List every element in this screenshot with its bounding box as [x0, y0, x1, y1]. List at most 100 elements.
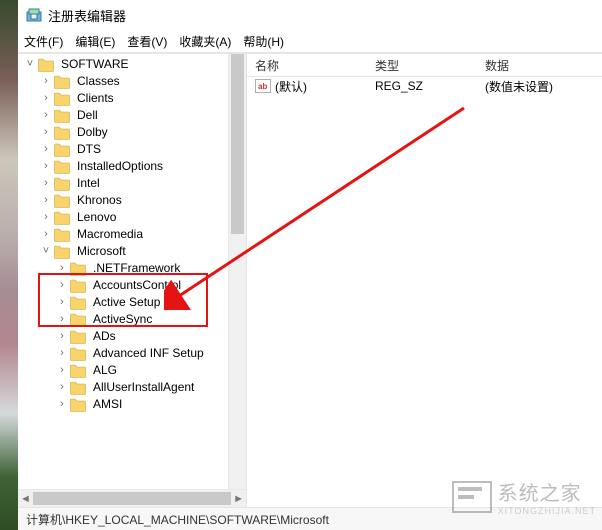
tree-expander-icon[interactable]: ›: [56, 362, 68, 379]
tree-node[interactable]: › ActiveSync: [22, 311, 227, 328]
status-path: 计算机\HKEY_LOCAL_MACHINE\SOFTWARE\Microsof…: [26, 511, 329, 528]
tree-node-label: ADs: [91, 328, 118, 345]
menu-view[interactable]: 查看(V): [127, 33, 167, 50]
tree-node[interactable]: › Dell: [22, 107, 227, 124]
tree-node-label: Dell: [75, 107, 100, 124]
tree-node[interactable]: › Advanced INF Setup: [22, 345, 227, 362]
vertical-scrollbar[interactable]: [228, 54, 246, 490]
client-area: ˅ SOFTWARE› Classes› Clients› Dell› Dolb…: [18, 53, 602, 507]
column-type-header[interactable]: 类型: [375, 57, 485, 74]
tree-node[interactable]: › DTS: [22, 141, 227, 158]
tree-expander-icon[interactable]: ›: [40, 107, 52, 124]
tree-node-label: Khronos: [75, 192, 124, 209]
folder-icon: [54, 75, 70, 89]
tree-node[interactable]: › Intel: [22, 175, 227, 192]
tree-node[interactable]: › Macromedia: [22, 226, 227, 243]
tree-expander-icon[interactable]: ˅: [24, 56, 36, 73]
tree-node-label: .NETFramework: [91, 260, 182, 277]
tree-expander-icon[interactable]: ›: [56, 396, 68, 413]
list-pane: 名称 类型 数据 ab (默认) REG_SZ (数值未设置): [247, 54, 602, 507]
tree-node[interactable]: › InstalledOptions: [22, 158, 227, 175]
tree-node[interactable]: ˅ Microsoft: [22, 243, 227, 260]
scroll-left-arrow-icon[interactable]: ◄: [20, 493, 31, 505]
tree-node-label: ActiveSync: [91, 311, 154, 328]
folder-icon: [54, 92, 70, 106]
tree-viewport[interactable]: ˅ SOFTWARE› Classes› Clients› Dell› Dolb…: [18, 54, 229, 490]
tree-node-label: Advanced INF Setup: [91, 345, 206, 362]
tree-expander-icon[interactable]: ›: [40, 175, 52, 192]
folder-icon: [70, 279, 86, 293]
menu-edit[interactable]: 编辑(E): [75, 33, 115, 50]
folder-icon: [54, 177, 70, 191]
tree-expander-icon[interactable]: ›: [40, 124, 52, 141]
menu-help[interactable]: 帮助(H): [243, 33, 284, 50]
scroll-right-arrow-icon[interactable]: ►: [233, 493, 244, 505]
tree-expander-icon[interactable]: ›: [56, 345, 68, 362]
folder-icon: [70, 381, 86, 395]
tree-expander-icon[interactable]: ›: [56, 379, 68, 396]
tree-node-label: InstalledOptions: [75, 158, 165, 175]
tree-node-label: Macromedia: [75, 226, 145, 243]
table-row[interactable]: ab (默认) REG_SZ (数值未设置): [255, 77, 602, 95]
tree-node-label: AMSI: [91, 396, 124, 413]
tree-node[interactable]: › Active Setup: [22, 294, 227, 311]
app-icon: [26, 7, 42, 23]
column-name-header[interactable]: 名称: [255, 57, 375, 74]
tree-node[interactable]: › Khronos: [22, 192, 227, 209]
vertical-scroll-thumb[interactable]: [231, 54, 244, 234]
tree-expander-icon[interactable]: ›: [40, 226, 52, 243]
folder-icon: [54, 160, 70, 174]
tree-expander-icon[interactable]: ›: [40, 158, 52, 175]
tree-expander-icon[interactable]: ›: [56, 311, 68, 328]
tree-expander-icon[interactable]: ›: [40, 73, 52, 90]
value-list[interactable]: ab (默认) REG_SZ (数值未设置): [247, 77, 602, 507]
tree-node-label: Intel: [75, 175, 102, 192]
tree-node-label: AllUserInstallAgent: [91, 379, 196, 396]
tree-node-label: Lenovo: [75, 209, 118, 226]
svg-text:ab: ab: [258, 82, 267, 91]
menu-file[interactable]: 文件(F): [24, 33, 63, 50]
folder-icon: [54, 126, 70, 140]
folder-icon: [70, 364, 86, 378]
tree-expander-icon[interactable]: ›: [56, 277, 68, 294]
tree-node[interactable]: › Classes: [22, 73, 227, 90]
tree-node[interactable]: › Dolby: [22, 124, 227, 141]
tree-node-label: AccountsControl: [91, 277, 183, 294]
column-data-header[interactable]: 数据: [485, 57, 602, 74]
horizontal-scroll-thumb[interactable]: [33, 492, 231, 505]
folder-icon: [70, 262, 86, 276]
tree-node[interactable]: ˅ SOFTWARE: [22, 56, 227, 73]
tree-expander-icon[interactable]: ˅: [40, 243, 52, 260]
tree-node-label: Microsoft: [75, 243, 128, 260]
tree-expander-icon[interactable]: ›: [40, 90, 52, 107]
tree-expander-icon[interactable]: ›: [40, 141, 52, 158]
tree-expander-icon[interactable]: ›: [40, 192, 52, 209]
folder-icon: [70, 296, 86, 310]
tree-node[interactable]: › ALG: [22, 362, 227, 379]
folder-icon: [54, 228, 70, 242]
tree-node[interactable]: › .NETFramework: [22, 260, 227, 277]
folder-icon: [70, 347, 86, 361]
tree-expander-icon[interactable]: ›: [56, 294, 68, 311]
folder-icon: [54, 194, 70, 208]
regedit-window: 注册表编辑器 文件(F) 编辑(E) 查看(V) 收藏夹(A) 帮助(H) ˅ …: [18, 0, 602, 530]
folder-icon: [54, 143, 70, 157]
tree-node[interactable]: › Lenovo: [22, 209, 227, 226]
tree-expander-icon[interactable]: ›: [40, 209, 52, 226]
value-name: (默认): [275, 78, 307, 95]
value-data: (数值未设置): [485, 78, 602, 95]
menu-favorites[interactable]: 收藏夹(A): [179, 33, 231, 50]
tree-node[interactable]: › Clients: [22, 90, 227, 107]
titlebar: 注册表编辑器: [18, 0, 602, 30]
horizontal-scrollbar[interactable]: ◄ ►: [18, 489, 246, 507]
folder-icon: [38, 58, 54, 72]
tree-node[interactable]: › AMSI: [22, 396, 227, 413]
tree-expander-icon[interactable]: ›: [56, 328, 68, 345]
folder-icon: [54, 211, 70, 225]
tree-node[interactable]: › ADs: [22, 328, 227, 345]
tree-node[interactable]: › AccountsControl: [22, 277, 227, 294]
desktop-background-strip: [0, 0, 18, 530]
tree-node[interactable]: › AllUserInstallAgent: [22, 379, 227, 396]
statusbar: 计算机\HKEY_LOCAL_MACHINE\SOFTWARE\Microsof…: [18, 507, 602, 530]
tree-expander-icon[interactable]: ›: [56, 260, 68, 277]
